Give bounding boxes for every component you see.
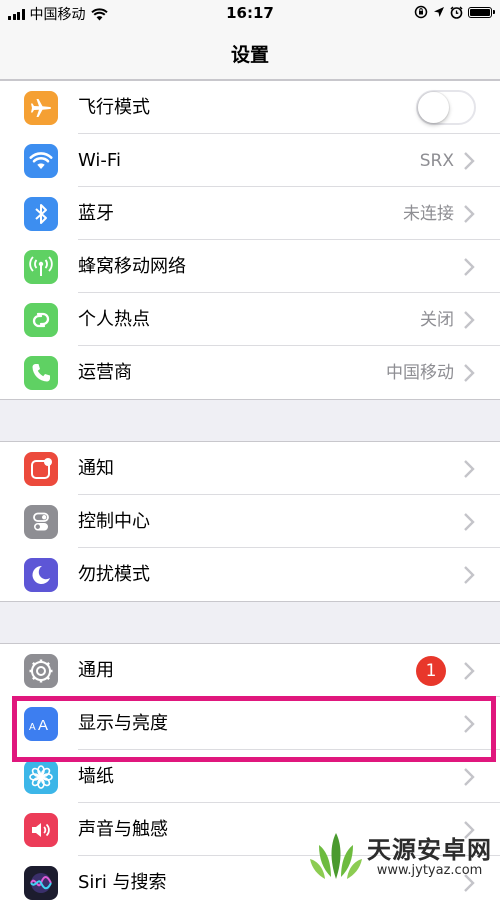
personal-hotspot-label: 个人热点: [78, 309, 150, 330]
navigation-bar: 设置: [0, 26, 500, 80]
watermark-logo-icon: [310, 833, 362, 879]
settings-row-airplane-mode[interactable]: 飞行模式: [0, 81, 500, 134]
settings-row-control-center[interactable]: 控制中心: [0, 495, 500, 548]
do-not-disturb-label: 勿扰模式: [78, 564, 150, 585]
settings-row-bluetooth[interactable]: 蓝牙 未连接: [0, 187, 500, 240]
settings-row-wifi[interactable]: Wi-Fi SRX: [0, 134, 500, 187]
annotation-highlight-box: [12, 696, 496, 762]
watermark-title: 天源安卓网: [367, 836, 492, 864]
chevron-right-icon: [464, 205, 475, 223]
speaker-icon: [24, 813, 58, 847]
cellular-antenna-icon: [24, 250, 58, 284]
site-watermark: 天源安卓网 www.jytyaz.com: [309, 831, 492, 883]
chevron-right-icon: [464, 152, 475, 170]
wifi-icon: [24, 144, 58, 178]
moon-icon: [24, 558, 58, 592]
chevron-right-icon: [464, 258, 475, 276]
settings-row-personal-hotspot[interactable]: 个人热点 关闭: [0, 293, 500, 346]
chevron-right-icon: [464, 364, 475, 382]
hotspot-chain-icon: [24, 303, 58, 337]
airplane-icon: [24, 91, 58, 125]
control-center-icon: [24, 505, 58, 539]
settings-row-carrier[interactable]: 运营商 中国移动: [0, 346, 500, 399]
personal-hotspot-value: 关闭: [420, 310, 454, 330]
watermark-url: www.jytyaz.com: [376, 863, 483, 878]
siri-icon: [24, 866, 58, 900]
general-label: 通用: [78, 660, 114, 681]
cellular-label: 蜂窝移动网络: [78, 256, 186, 277]
update-badge: 1: [416, 656, 446, 686]
carrier-label: 运营商: [78, 362, 132, 383]
control-center-label: 控制中心: [78, 511, 150, 532]
notifications-label: 通知: [78, 458, 114, 479]
chevron-right-icon: [464, 768, 475, 786]
wallpaper-label: 墙纸: [78, 766, 114, 787]
bluetooth-label: 蓝牙: [78, 203, 114, 224]
settings-row-do-not-disturb[interactable]: 勿扰模式: [0, 548, 500, 601]
wallpaper-flower-icon: [24, 760, 58, 794]
rotation-lock-icon: [414, 5, 428, 19]
chevron-right-icon: [464, 513, 475, 531]
wifi-label: Wi-Fi: [78, 150, 121, 171]
chevron-right-icon: [464, 662, 475, 680]
settings-row-cellular[interactable]: 蜂窝移动网络: [0, 240, 500, 293]
battery-icon: [468, 6, 495, 18]
status-bar: 中国移动 16:17: [0, 0, 500, 26]
wifi-network-value: SRX: [419, 151, 454, 171]
settings-row-notifications[interactable]: 通知: [0, 442, 500, 495]
bluetooth-status-value: 未连接: [403, 204, 454, 224]
settings-group-notifications: 通知 控制中心 勿扰模式: [0, 441, 500, 602]
bluetooth-icon: [24, 197, 58, 231]
chevron-right-icon: [464, 566, 475, 584]
siri-search-label: Siri 与搜索: [78, 872, 167, 893]
chevron-right-icon: [464, 460, 475, 478]
notifications-icon: [24, 452, 58, 486]
airplane-mode-toggle[interactable]: [416, 90, 476, 125]
alarm-icon: [450, 5, 463, 19]
location-icon: [434, 7, 444, 17]
carrier-value: 中国移动: [386, 363, 454, 383]
page-title: 设置: [230, 44, 269, 66]
settings-group-connectivity: 飞行模式 Wi-Fi SRX 蓝牙 未连接 蜂窝移动网络 个人热点 关闭 运营商…: [0, 80, 500, 400]
settings-row-general[interactable]: 通用 1: [0, 644, 500, 697]
airplane-mode-label: 飞行模式: [78, 97, 150, 118]
sounds-haptics-label: 声音与触感: [78, 819, 168, 840]
chevron-right-icon: [464, 311, 475, 329]
gear-icon: [24, 654, 58, 688]
phone-icon: [24, 356, 58, 390]
